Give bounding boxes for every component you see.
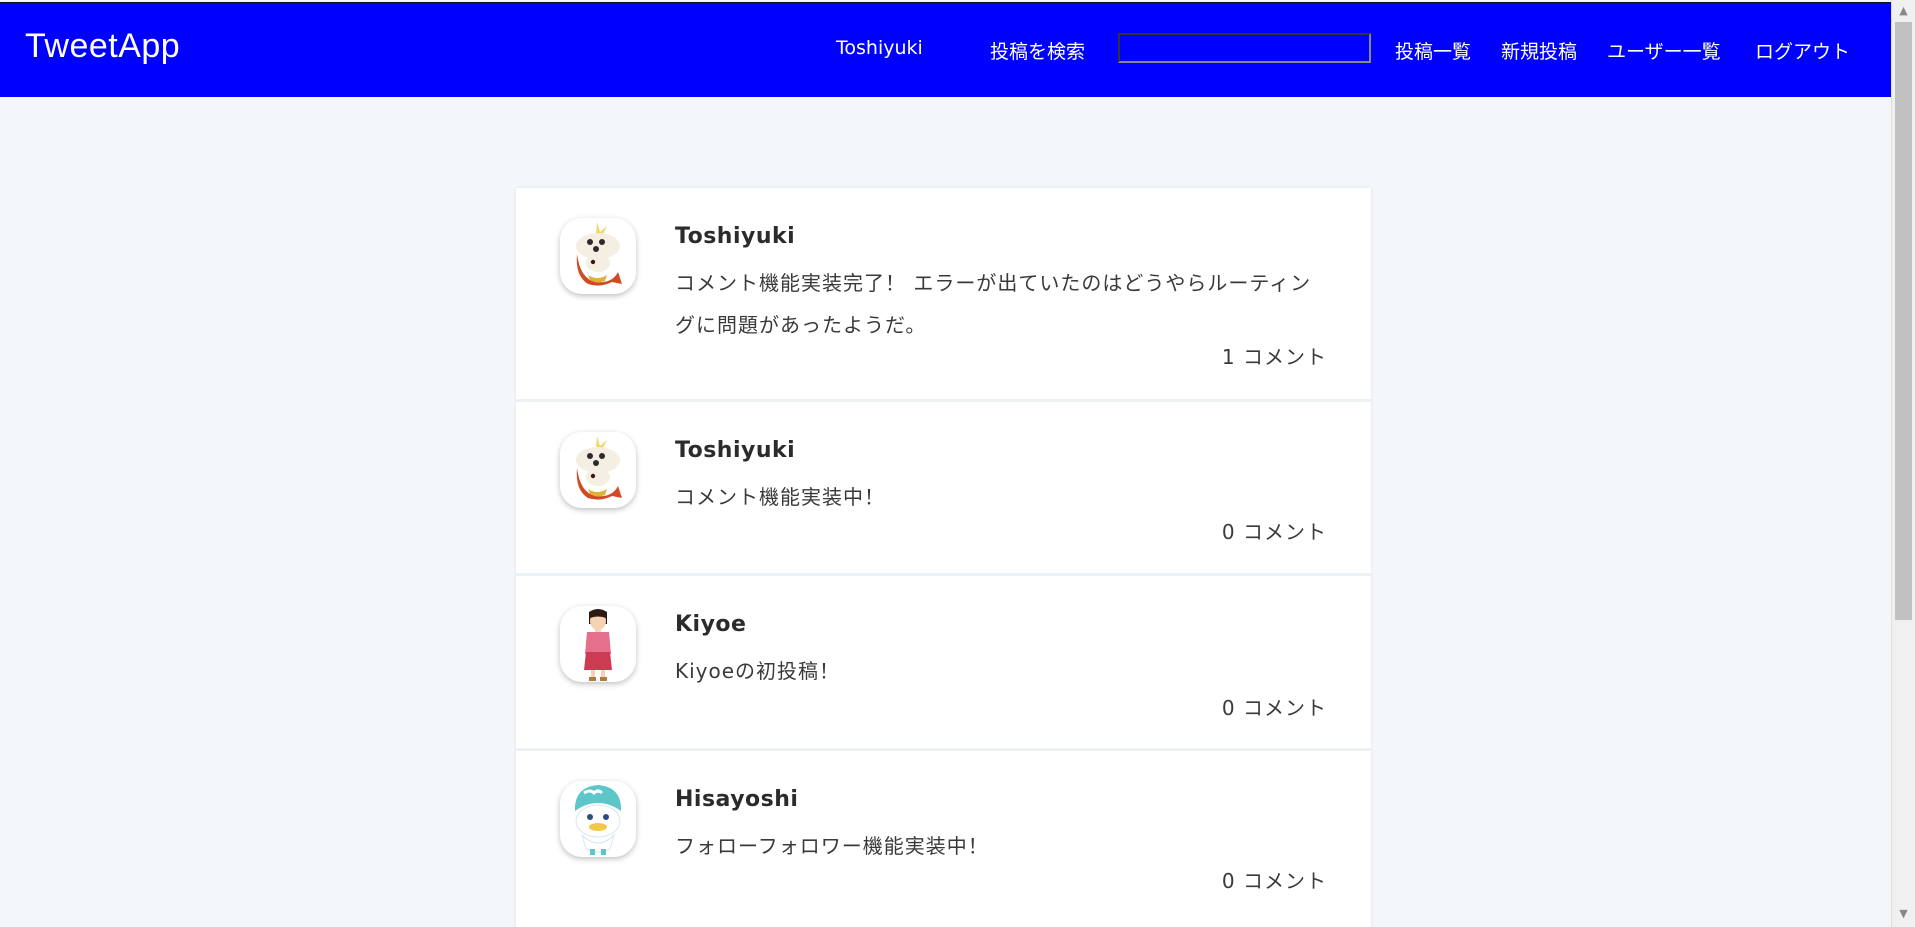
- post-user-name[interactable]: Hisayoshi: [675, 787, 798, 812]
- search-label: 投稿を検索: [990, 41, 1086, 63]
- nav-new-post[interactable]: 新規投稿: [1501, 37, 1577, 64]
- post-item[interactable]: Toshiyuki コメント機能実装中！ 0 コメント: [516, 402, 1371, 573]
- nav-posts-index[interactable]: 投稿一覧: [1395, 37, 1471, 64]
- nav-current-user[interactable]: Toshiyuki: [836, 37, 923, 59]
- post-comment-count[interactable]: 0 コメント: [1222, 692, 1327, 721]
- scroll-thumb[interactable]: [1895, 22, 1912, 620]
- post-user-name[interactable]: Toshiyuki: [675, 438, 795, 463]
- posts-list: Toshiyuki コメント機能実装完了！ エラーが出ていたのはどうやらルーティ…: [516, 188, 1371, 927]
- nav-logout[interactable]: ログアウト: [1755, 37, 1850, 64]
- fuecoco-avatar-icon[interactable]: [560, 432, 636, 508]
- nav-users-index[interactable]: ユーザー一覧: [1607, 37, 1721, 64]
- post-item[interactable]: Hisayoshi フォローフォロワー機能実装中！ 0 コメント: [516, 751, 1371, 927]
- top-navigation-bar: TweetApp Toshiyuki 投稿を検索 投稿一覧 新規投稿 ユーザー一…: [0, 2, 1891, 97]
- post-user-name[interactable]: Kiyoe: [675, 612, 746, 637]
- search-input[interactable]: [1118, 33, 1371, 63]
- scroll-down-arrow-icon[interactable]: ▼: [1892, 905, 1915, 923]
- woman-avatar-icon[interactable]: [560, 606, 636, 682]
- post-comment-count[interactable]: 0 コメント: [1222, 865, 1327, 894]
- scroll-up-arrow-icon[interactable]: ▲: [1892, 2, 1915, 20]
- post-user-name[interactable]: Toshiyuki: [675, 224, 795, 249]
- vertical-scrollbar[interactable]: ▲ ▼: [1891, 0, 1915, 927]
- page: TweetApp Toshiyuki 投稿を検索 投稿一覧 新規投稿 ユーザー一…: [0, 0, 1891, 927]
- brand-logo[interactable]: TweetApp: [25, 27, 180, 66]
- post-body: フォローフォロワー機能実装中！: [675, 834, 989, 858]
- browser-viewport: TweetApp Toshiyuki 投稿を検索 投稿一覧 新規投稿 ユーザー一…: [0, 0, 1915, 927]
- post-comment-count[interactable]: 0 コメント: [1222, 516, 1327, 545]
- post-comment-count[interactable]: 1 コメント: [1222, 341, 1327, 370]
- post-item[interactable]: Kiyoe Kiyoeの初投稿！ 0 コメント: [516, 576, 1371, 748]
- post-body: コメント機能実装完了！ エラーが出ていたのはどうやらルーティングに問題があったよ…: [675, 271, 1312, 337]
- post-body: Kiyoeの初投稿！: [675, 659, 841, 683]
- quaxly-avatar-icon[interactable]: [560, 781, 636, 857]
- fuecoco-avatar-icon[interactable]: [560, 218, 636, 294]
- post-body: コメント機能実装中！: [675, 485, 885, 509]
- post-item[interactable]: Toshiyuki コメント機能実装完了！ エラーが出ていたのはどうやらルーティ…: [516, 188, 1371, 399]
